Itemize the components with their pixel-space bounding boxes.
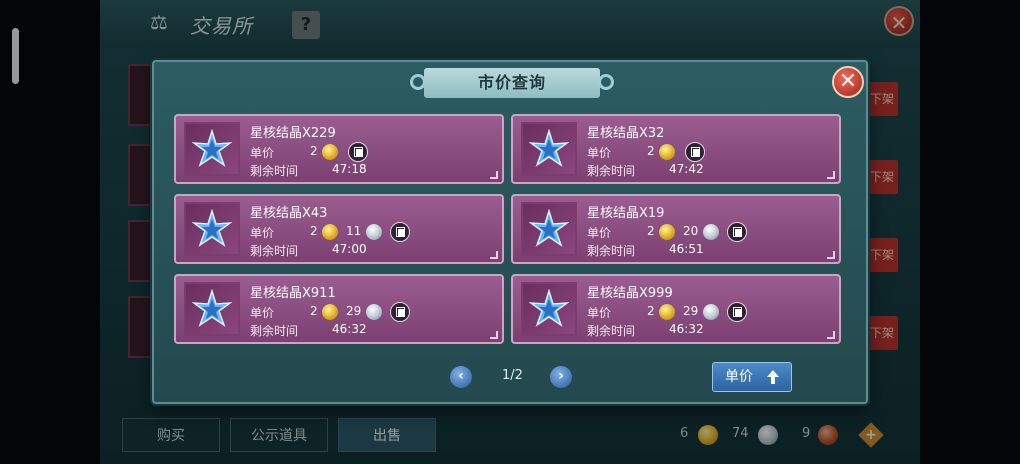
listing-card[interactable]: 星核结晶X19 单价 2 20 剩余时间 46:51 xyxy=(511,194,841,264)
silver-coin-icon xyxy=(703,224,719,240)
time-remaining-label: 剩余时间 xyxy=(250,164,299,178)
item-name: 星核结晶X19 xyxy=(587,206,665,221)
copy-icon[interactable] xyxy=(390,222,410,242)
time-remaining-label: 剩余时间 xyxy=(587,324,636,338)
star-crystal-icon xyxy=(184,282,240,336)
gold-coin-icon xyxy=(659,144,675,160)
unit-price-label: 单价 xyxy=(587,226,612,240)
time-remaining: 47:00 xyxy=(332,242,367,256)
copy-icon[interactable] xyxy=(685,142,705,162)
listing-card[interactable]: 星核结晶X32 单价 2 剩余时间 47:42 xyxy=(511,114,841,184)
sort-by-unit-price-button[interactable]: 单价 xyxy=(712,362,792,392)
title-ornament-icon xyxy=(598,74,614,90)
next-page-button[interactable]: › xyxy=(550,366,572,388)
listing-card[interactable]: 星核结晶X229 单价 2 剩余时间 47:18 xyxy=(174,114,504,184)
corner-decoration xyxy=(490,171,498,179)
gold-price: 2 xyxy=(310,144,318,158)
corner-decoration xyxy=(827,251,835,259)
corner-decoration xyxy=(490,331,498,339)
time-remaining: 47:42 xyxy=(669,162,704,176)
silver-coin-icon xyxy=(703,304,719,320)
item-name: 星核结晶X32 xyxy=(587,126,665,141)
gold-price: 2 xyxy=(647,224,655,238)
star-crystal-icon xyxy=(184,202,240,256)
page-indicator: 1/2 xyxy=(502,368,523,383)
item-name: 星核结晶X229 xyxy=(250,126,336,141)
market-price-dialog: 市价查询 ✕ 星核结晶X229 单价 2 剩余时间 47:18 星核结晶X32 … xyxy=(152,60,868,404)
copy-icon[interactable] xyxy=(348,142,368,162)
silver-price: 20 xyxy=(683,224,699,238)
prev-page-button[interactable]: ‹ xyxy=(450,366,472,388)
unit-price-label: 单价 xyxy=(587,146,612,160)
gold-coin-icon xyxy=(322,144,338,160)
dialog-title: 市价查询 xyxy=(477,73,546,92)
listing-card[interactable]: 星核结晶X911 单价 2 29 剩余时间 46:32 xyxy=(174,274,504,344)
time-remaining: 46:51 xyxy=(669,242,704,256)
unit-price-label: 单价 xyxy=(250,306,275,320)
corner-decoration xyxy=(827,331,835,339)
star-crystal-icon xyxy=(521,202,577,256)
item-name: 星核结晶X999 xyxy=(587,286,673,301)
copy-icon[interactable] xyxy=(727,302,747,322)
gold-price: 2 xyxy=(310,224,318,238)
time-remaining: 47:18 xyxy=(332,162,367,176)
gold-coin-icon xyxy=(322,304,338,320)
star-crystal-icon xyxy=(521,122,577,176)
silver-coin-icon xyxy=(366,224,382,240)
silver-price: 11 xyxy=(346,224,362,238)
time-remaining-label: 剩余时间 xyxy=(250,324,299,338)
gold-coin-icon xyxy=(659,224,675,240)
gold-price: 2 xyxy=(310,304,318,318)
time-remaining-label: 剩余时间 xyxy=(587,244,636,258)
listing-card[interactable]: 星核结晶X999 单价 2 29 剩余时间 46:32 xyxy=(511,274,841,344)
corner-decoration xyxy=(827,171,835,179)
gold-price: 2 xyxy=(647,304,655,318)
silver-coin-icon xyxy=(366,304,382,320)
sort-button-label: 单价 xyxy=(725,369,753,385)
unit-price-label: 单价 xyxy=(250,146,275,160)
listing-card[interactable]: 星核结晶X43 单价 2 11 剩余时间 47:00 xyxy=(174,194,504,264)
time-remaining: 46:32 xyxy=(332,322,367,336)
unit-price-label: 单价 xyxy=(587,306,612,320)
dialog-title-bar: 市价查询 xyxy=(424,68,600,98)
gold-price: 2 xyxy=(647,144,655,158)
item-name: 星核结晶X911 xyxy=(250,286,336,301)
star-crystal-icon xyxy=(184,122,240,176)
sort-arrow-icon xyxy=(767,370,779,384)
dialog-close-button[interactable]: ✕ xyxy=(832,66,864,98)
copy-icon[interactable] xyxy=(727,222,747,242)
silver-price: 29 xyxy=(346,304,362,318)
silver-price: 29 xyxy=(683,304,699,318)
unit-price-label: 单价 xyxy=(250,226,275,240)
gold-coin-icon xyxy=(659,304,675,320)
corner-decoration xyxy=(490,251,498,259)
time-remaining: 46:32 xyxy=(669,322,704,336)
copy-icon[interactable] xyxy=(390,302,410,322)
time-remaining-label: 剩余时间 xyxy=(587,164,636,178)
time-remaining-label: 剩余时间 xyxy=(250,244,299,258)
gold-coin-icon xyxy=(322,224,338,240)
item-name: 星核结晶X43 xyxy=(250,206,328,221)
star-crystal-icon xyxy=(521,282,577,336)
